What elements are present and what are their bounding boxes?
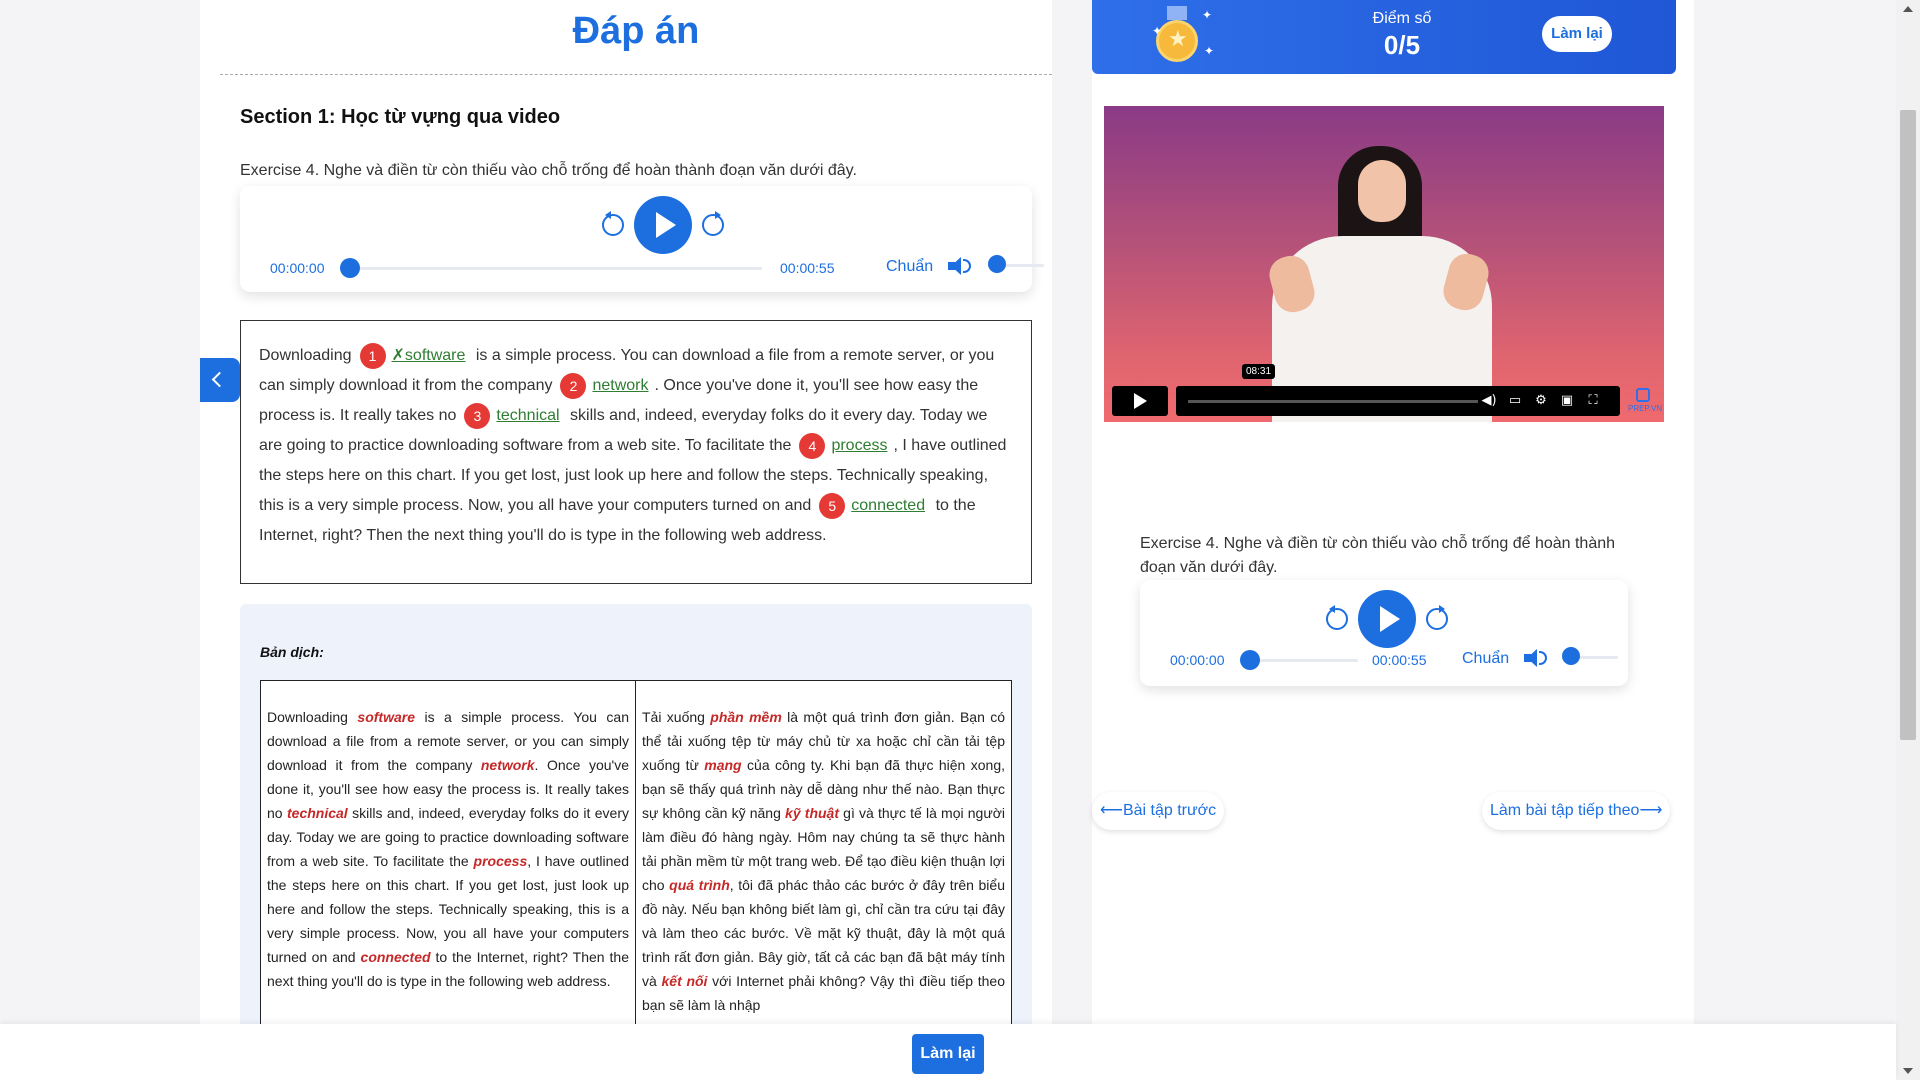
left-gutter xyxy=(0,0,200,1080)
fullscreen-icon[interactable]: ⛶ xyxy=(1584,392,1602,410)
side-exercise-instruction: Exercise 4. Nghe và điền từ còn thiếu và… xyxy=(1140,535,1616,576)
translation-text: Downloading xyxy=(267,709,358,725)
sparkle-icon: ✦ xyxy=(1202,8,1213,22)
translation-keyword: technical xyxy=(287,805,348,821)
score-banner: ✦ ✦ ✦ Điểm số 0/5 Làm lại xyxy=(1092,0,1676,74)
translation-english-column: Downloading software is a simple process… xyxy=(261,681,636,1034)
volume-knob[interactable] xyxy=(988,255,1006,273)
exercise-instruction: Exercise 4. Nghe và điền từ còn thiếu và… xyxy=(240,162,857,179)
sparkle-icon: ✦ xyxy=(1152,24,1163,38)
footer-bar: Làm lại xyxy=(0,1024,1896,1080)
volume-icon[interactable] xyxy=(1524,648,1548,668)
scroll-down-icon[interactable] xyxy=(1903,1068,1913,1074)
answer-panel: Đáp án Section 1: Học từ vựng qua video … xyxy=(220,0,1052,1034)
translation-keyword: network xyxy=(480,757,535,773)
collapse-panel-button[interactable] xyxy=(200,358,240,402)
translation-box: Bản dịch: Downloading software is a simp… xyxy=(240,604,1032,1034)
rewind-icon[interactable] xyxy=(1326,605,1348,630)
page-title: Đáp án xyxy=(572,10,700,52)
translation-vietnamese-column: Tải xuống phần mềm là một quá trình đơn … xyxy=(636,681,1011,1034)
rewind-icon[interactable] xyxy=(602,211,624,236)
right-gutter xyxy=(1694,0,1896,1080)
volume-icon[interactable] xyxy=(948,256,972,276)
speed-select[interactable]: Chuẩn xyxy=(886,258,933,276)
video-controls: 08:31 ◀) ▭ ⚙ ▣ ⛶ PREP.VN xyxy=(1104,364,1664,422)
answer-word: network xyxy=(592,377,649,394)
page-scrollbar[interactable] xyxy=(1896,0,1920,1080)
play-button[interactable] xyxy=(1358,590,1416,648)
audio-duration: 00:00:55 xyxy=(1372,652,1427,668)
play-button[interactable] xyxy=(634,196,692,254)
video-control-bar: 08:31 ◀) ▭ ⚙ ▣ ⛶ xyxy=(1176,364,1620,416)
forward-icon[interactable] xyxy=(1426,605,1448,630)
answer-word: process xyxy=(831,437,888,454)
video-card: 08:31 ◀) ▭ ⚙ ▣ ⛶ PREP.VN xyxy=(1092,94,1676,464)
score-value: 0/5 xyxy=(1383,30,1421,60)
answer-word: ✗software xyxy=(391,347,466,364)
audio-progress-knob[interactable] xyxy=(1240,650,1260,670)
audio-current-time: 00:00:00 xyxy=(270,260,325,276)
volume-icon[interactable]: ◀) xyxy=(1480,392,1498,410)
video-person-face xyxy=(1358,160,1406,222)
side-exercise-card: Exercise 4. Nghe và điền từ còn thiếu và… xyxy=(1092,484,1676,762)
title-divider xyxy=(220,74,1052,75)
logo-text: PREP.VN xyxy=(1628,404,1663,413)
volume-track[interactable] xyxy=(1574,656,1618,659)
translation-keyword: quá trình xyxy=(669,877,730,893)
medal-icon xyxy=(1156,6,1198,62)
translation-keyword: kỹ thuật xyxy=(785,805,839,821)
translation-keyword: kết nối xyxy=(661,973,708,989)
passage-text: Downloading xyxy=(259,347,352,364)
prep-logo-icon: PREP.VN xyxy=(1628,388,1662,418)
speed-select[interactable]: Chuẩn xyxy=(1462,650,1509,668)
translation-text: Tải xuống xyxy=(642,709,711,725)
volume-knob[interactable] xyxy=(1562,647,1580,665)
captions-icon[interactable]: ▭ xyxy=(1506,392,1524,410)
video-duration-tooltip: 08:31 xyxy=(1242,364,1276,379)
audio-current-time: 00:00:00 xyxy=(1170,652,1225,668)
translation-keyword: phần mềm xyxy=(710,709,782,725)
footer-retry-button[interactable]: Làm lại xyxy=(912,1034,984,1074)
video-icons: ◀) ▭ ⚙ ▣ ⛶ xyxy=(1480,392,1602,410)
audio-controls xyxy=(602,196,724,254)
audio-progress-track[interactable] xyxy=(1250,659,1358,662)
translation-keyword: process xyxy=(473,853,528,869)
side-audio-player: 00:00:00 00:00:55 Chuẩn xyxy=(1140,580,1628,686)
translation-keyword: mạng xyxy=(704,757,742,773)
translation-keyword: connected xyxy=(360,949,431,965)
translation-label: Bản dịch: xyxy=(260,644,324,660)
scroll-up-icon[interactable] xyxy=(1903,6,1913,12)
video-player[interactable]: 08:31 ◀) ▭ ⚙ ▣ ⛶ PREP.VN xyxy=(1104,106,1664,422)
video-progress-track[interactable] xyxy=(1188,400,1478,403)
score-label: Điểm số xyxy=(1372,10,1432,27)
answer-number-badge: 4 xyxy=(799,432,826,459)
miniplayer-icon[interactable]: ▣ xyxy=(1558,392,1576,410)
answer-number-badge: 1 xyxy=(359,342,386,369)
settings-icon[interactable]: ⚙ xyxy=(1532,392,1550,410)
answer-number-badge: 5 xyxy=(819,492,846,519)
video-play-button[interactable] xyxy=(1112,386,1168,416)
audio-progress-track[interactable] xyxy=(350,267,762,270)
next-exercise-button[interactable]: Làm bài tập tiếp theo⟶ xyxy=(1482,792,1671,830)
section-title: Section 1: Học từ vựng qua video xyxy=(240,106,561,128)
previous-exercise-button[interactable]: ⟵Bài tập trước xyxy=(1092,792,1225,830)
answer-word: technical xyxy=(496,407,560,424)
answer-number-badge: 2 xyxy=(560,372,587,399)
audio-duration: 00:00:55 xyxy=(780,260,835,276)
column-gap xyxy=(1052,0,1092,1080)
forward-icon[interactable] xyxy=(702,211,724,236)
audio-player: 00:00:00 00:00:55 Chuẩn xyxy=(240,186,1044,292)
answer-number-badge: 3 xyxy=(464,402,491,429)
audio-progress-knob[interactable] xyxy=(340,258,360,278)
translation-keyword: software xyxy=(357,709,415,725)
answer-passage: Downloading 1 ✗software is a simple proces… xyxy=(240,320,1032,584)
volume-track[interactable] xyxy=(1000,264,1044,267)
translation-table: Downloading software is a simple process… xyxy=(260,680,1012,1034)
side-audio-controls xyxy=(1326,590,1448,648)
answer-word: connected xyxy=(851,497,926,514)
retry-button[interactable]: Làm lại xyxy=(1542,16,1612,52)
scroll-thumb[interactable] xyxy=(1900,110,1916,740)
sparkle-icon: ✦ xyxy=(1204,44,1215,58)
